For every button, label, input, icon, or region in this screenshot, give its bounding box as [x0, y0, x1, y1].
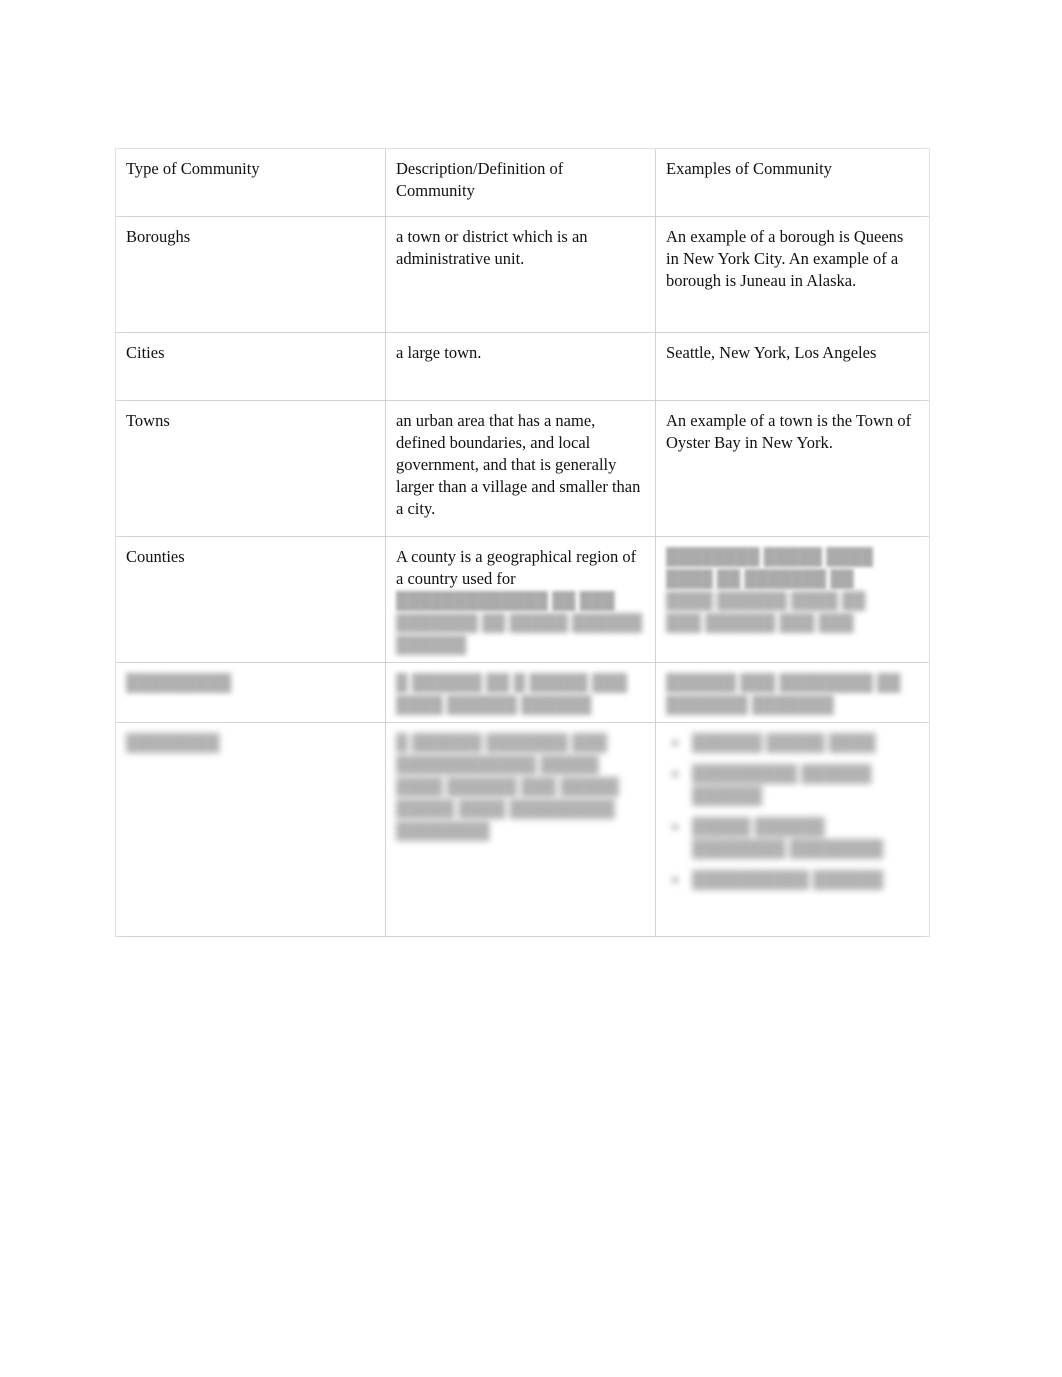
cell-type: Towns: [115, 400, 386, 537]
cell-type: Boroughs: [115, 216, 386, 333]
illegible-text-line: ████████ █████ ████: [666, 547, 873, 566]
illegible-text-line: ████ ██ ███████ ██: [666, 568, 854, 588]
community-type-label: Towns: [126, 411, 170, 430]
illegible-text-line: █████████ ██████ ██████: [692, 763, 872, 805]
illegible-text-line: ████ ██████ ████ ██: [666, 590, 866, 610]
community-examples-text: Seattle, New York, Los Angeles: [666, 343, 877, 362]
column-header-examples: Examples of Community: [655, 148, 930, 217]
community-examples-text: An example of a town is the Town of Oyst…: [666, 411, 912, 452]
cell-description: █ ██████ ██ █ █████ ███ ████ ██████ ████…: [385, 662, 656, 723]
cell-examples: An example of a town is the Town of Oyst…: [655, 400, 930, 537]
community-description-text: A county is a geographical region of a c…: [396, 547, 637, 588]
illegible-text-line: █ ██████ ███████ ███: [396, 732, 608, 752]
column-header-type: Type of Community: [115, 148, 386, 217]
illegible-text-line: ████████: [396, 820, 490, 840]
illegible-text-line: ███████ ██ █████ ██████: [396, 612, 643, 632]
cell-examples: An example of a borough is Queens in New…: [655, 216, 930, 333]
illegible-text-line: ██████ █████ ████: [692, 732, 876, 752]
illegible-text-line: █████████████ ██ ███: [396, 590, 615, 610]
cell-type: Cities: [115, 332, 386, 401]
examples-bullet-list: ██████ █████ ████ █████████ ██████ █████…: [666, 732, 919, 891]
cell-examples: ██████ ███ ████████ ██ ███████ ███████: [655, 662, 930, 723]
column-header-description: Description/Definition of Community: [385, 148, 656, 217]
column-header-examples-label: Examples of Community: [666, 159, 832, 178]
cell-examples: ████████ █████ ████ ████ ██ ███████ ██ █…: [655, 536, 930, 663]
document-page: Type of Community Description/Definition…: [0, 0, 1062, 1377]
cell-description: an urban area that has a name, defined b…: [385, 400, 656, 537]
table-header-row: Type of Community Description/Definition…: [115, 148, 930, 217]
cell-type: ████████: [115, 721, 386, 937]
table-row: ████████ █ ██████ ███████ ███ ██████████…: [115, 721, 930, 937]
table-row: █████████ █ ██████ ██ █ █████ ███ ████ █…: [115, 662, 930, 723]
community-description-text: a town or district which is an administr…: [396, 227, 588, 268]
illegible-text-line: ███████ ███████: [666, 694, 834, 714]
community-type-label: Cities: [126, 343, 165, 362]
illegible-text-line: █ ██████ ██ █ █████ ███: [396, 673, 628, 692]
community-type-label: Boroughs: [126, 227, 191, 246]
illegible-text-line: ████████: [126, 732, 220, 752]
illegible-text-line: █████ ██████ ████████ ████████: [692, 816, 884, 858]
illegible-text-line: █████████: [126, 673, 232, 692]
community-type-label: Counties: [126, 547, 185, 566]
illegible-text-line: ██████████ ██████: [692, 869, 884, 889]
cell-type: █████████: [115, 662, 386, 723]
illegible-text-line: ████ ██████ ███ █████: [396, 776, 619, 796]
community-description-text: a large town.: [396, 343, 482, 362]
list-item: █████ ██████ ████████ ████████: [666, 816, 919, 860]
illegible-text-line: ████████████ █████: [396, 754, 599, 774]
community-description-text: an urban area that has a name, defined b…: [396, 411, 641, 518]
table-row: Boroughs a town or district which is an …: [115, 216, 930, 333]
community-examples-text: An example of a borough is Queens in New…: [666, 227, 904, 290]
table-row: Cities a large town. Seattle, New York, …: [115, 332, 930, 401]
illegible-text-line: ███ ██████ ███ ███: [666, 612, 854, 632]
cell-description: a large town.: [385, 332, 656, 401]
cell-description: A county is a geographical region of a c…: [385, 536, 656, 663]
cell-description: a town or district which is an administr…: [385, 216, 656, 333]
cell-description: █ ██████ ███████ ███ ████████████ █████ …: [385, 721, 656, 937]
column-header-type-label: Type of Community: [126, 159, 260, 178]
list-item: ██████ █████ ████: [666, 732, 919, 754]
table-row: Towns an urban area that has a name, def…: [115, 400, 930, 537]
cell-type: Counties: [115, 536, 386, 663]
illegible-text-line: ██████ ███ ████████ ██: [666, 673, 901, 692]
types-of-community-table: Type of Community Description/Definition…: [115, 148, 930, 937]
list-item: ██████████ ██████: [666, 869, 919, 891]
list-item: █████████ ██████ ██████: [666, 763, 919, 807]
table-row: Counties A county is a geographical regi…: [115, 536, 930, 663]
cell-examples: Seattle, New York, Los Angeles: [655, 332, 930, 401]
column-header-description-label: Description/Definition of Community: [396, 159, 564, 200]
illegible-text-line: ██████: [396, 634, 467, 654]
cell-examples: ██████ █████ ████ █████████ ██████ █████…: [655, 721, 930, 937]
illegible-text-line: █████ ████ █████████: [396, 798, 615, 818]
illegible-text-line: ████ ██████ ██████: [396, 694, 592, 714]
